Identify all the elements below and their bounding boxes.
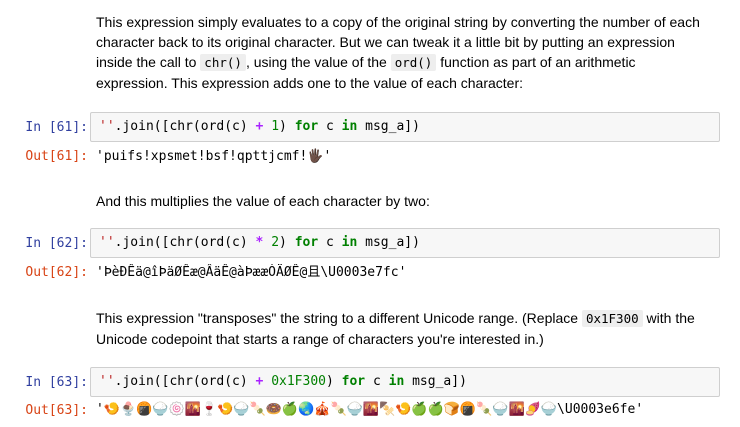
- in-prompt-63: In [63]:: [25, 375, 88, 390]
- transpose-line-1: This expression "transposes" the string …: [96, 308, 716, 329]
- intro-line-1: This expression simply evaluates to a co…: [96, 14, 700, 30]
- code-token: .join([chr(ord(c): [114, 119, 256, 134]
- multiply-text: And this multiplies the value of each ch…: [96, 193, 430, 209]
- code-token: .join([chr(ord(c): [114, 235, 256, 250]
- in-prompt-62: In [62]:: [25, 236, 88, 251]
- transpose-line-1-text-b: with the: [642, 310, 695, 326]
- markdown-cell-intro: This expression simply evaluates to a co…: [96, 12, 716, 93]
- code-token: for: [294, 119, 319, 134]
- code-token: c: [318, 235, 342, 250]
- intro-line-4: expression. This expression adds one to …: [96, 75, 523, 91]
- code-token: '': [99, 119, 115, 134]
- code-token: '': [99, 374, 115, 389]
- code-token: msg_a]): [404, 374, 467, 389]
- markdown-cell-multiply: And this multiplies the value of each ch…: [96, 191, 716, 211]
- output-61: 'puifs!xpsmet!bsf!qpttjcmf!🖐🏿': [96, 149, 332, 164]
- out-prompt-62: Out[62]:: [25, 265, 88, 280]
- inline-code-chr: chr(): [200, 54, 246, 71]
- inline-code-ord: ord(): [390, 54, 437, 71]
- intro-line-3: inside the call to chr(), using the valu…: [96, 52, 716, 73]
- code-token: c: [365, 374, 389, 389]
- code-token: ): [326, 374, 342, 389]
- transpose-line-1-text-a: This expression "transposes" the string …: [96, 310, 582, 326]
- code-token: for: [341, 374, 366, 389]
- transpose-line-2: Unicode codepoint that starts a range of…: [96, 331, 544, 347]
- code-input-62[interactable]: ''.join([chr(ord(c) * 2) for c in msg_a]…: [90, 228, 720, 258]
- markdown-cell-transpose: This expression "transposes" the string …: [96, 308, 716, 349]
- code-token: 1: [271, 119, 280, 134]
- code-token: for: [294, 235, 319, 250]
- code-token: msg_a]): [357, 235, 420, 250]
- intro-line-3-text-a: inside the call to: [96, 54, 201, 70]
- in-prompt-61: In [61]:: [25, 120, 88, 135]
- code-token: 0x1F300: [271, 374, 326, 389]
- code-token: c: [318, 119, 342, 134]
- intro-line-2: character back to its original character…: [96, 34, 675, 50]
- code-input-63[interactable]: ''.join([chr(ord(c) + 0x1F300) for c in …: [90, 367, 720, 397]
- out-prompt-63: Out[63]:: [25, 403, 88, 418]
- intro-line-3-text-c: function as part of an arithmetic: [436, 54, 636, 70]
- code-token: in: [341, 119, 358, 134]
- code-input-61[interactable]: ''.join([chr(ord(c) + 1) for c in msg_a]…: [90, 112, 720, 142]
- code-token: .join([chr(ord(c): [114, 374, 256, 389]
- output-62: 'ÞèÐÊä@îÞäØÊæ@ÂäÊ@àÞææÒÄØÊ@且\U0003e7fc': [96, 265, 407, 280]
- code-token: msg_a]): [357, 119, 420, 134]
- intro-line-3-text-b: , using the value of the: [245, 54, 391, 70]
- code-token: '': [99, 235, 115, 250]
- output-63: '🍤🍨🍘🍚🍥🌇🍷🍤🍚🍡🍩🍏🌏🎪🍡🍚🌇🍢🍤🍏🍏🍞🍘🍡🍚🌇🍠🍚\U0003e6fe': [96, 402, 644, 417]
- inline-code-codepoint: 0x1F300: [581, 310, 643, 327]
- code-token: 2: [271, 235, 280, 250]
- out-prompt-61: Out[61]:: [25, 149, 88, 164]
- code-token: ): [279, 235, 295, 250]
- code-token: in: [388, 374, 405, 389]
- code-token: in: [341, 235, 358, 250]
- code-token: ): [279, 119, 295, 134]
